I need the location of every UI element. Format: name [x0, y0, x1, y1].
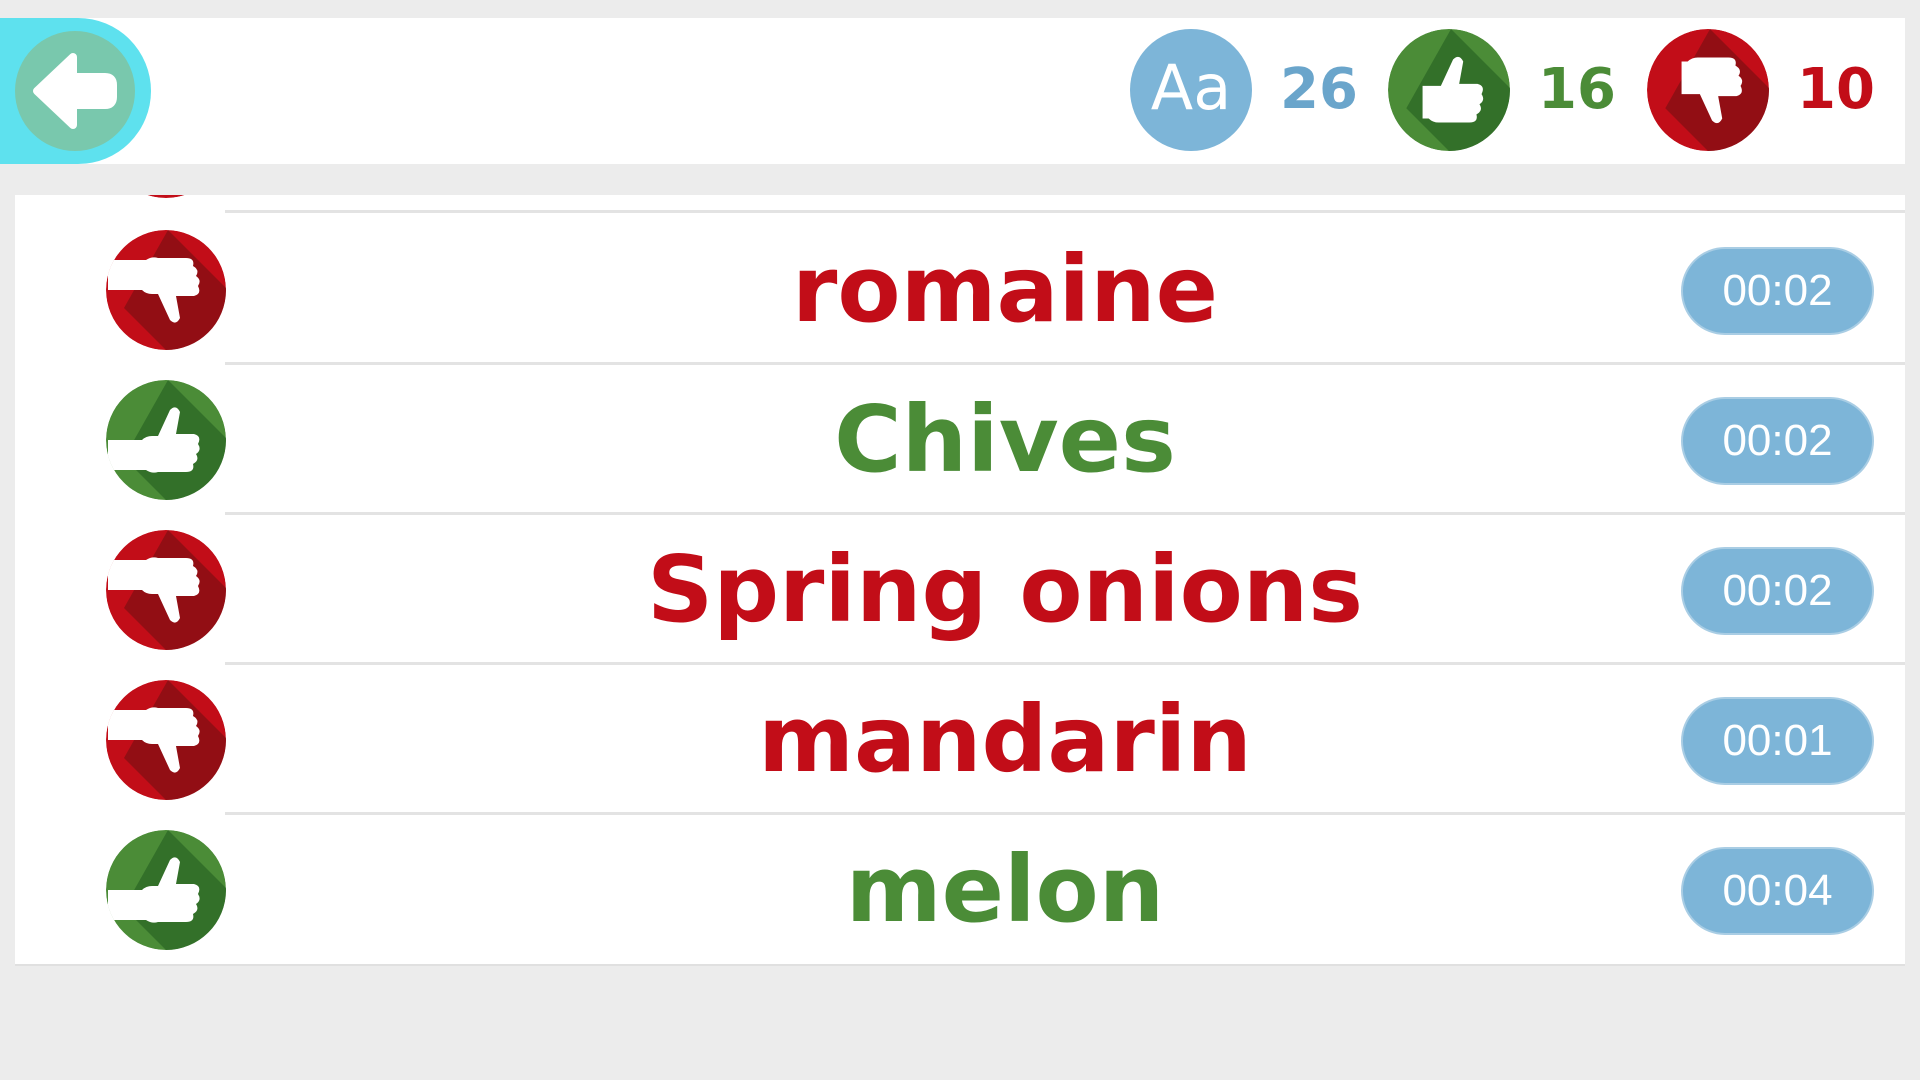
time-badge: 00:01 [1681, 697, 1874, 785]
thumbs-down-icon [1647, 29, 1769, 151]
thumbs-down-icon [106, 230, 226, 350]
correct-count: 16 [1538, 57, 1616, 122]
time-badge: 00:02 [1681, 397, 1874, 485]
thumbs-down-icon [106, 195, 226, 198]
list-item: Chives 00:02 [15, 365, 1905, 515]
arrow-left-icon [15, 31, 135, 151]
word-label: melon [845, 836, 1165, 943]
thumbs-up-icon [106, 830, 226, 950]
list-item: mandarin 00:01 [15, 665, 1905, 815]
font-icon: Aa [1130, 29, 1252, 151]
list-item: romaine 00:02 [15, 215, 1905, 365]
thumbs-up-icon [106, 380, 226, 500]
word-label: Spring onions [646, 536, 1364, 643]
word-label: mandarin [758, 686, 1252, 793]
time-badge: 00:04 [1681, 847, 1874, 935]
back-button[interactable] [0, 18, 151, 164]
word-label: Chives [834, 386, 1176, 493]
wrong-count: 10 [1797, 57, 1875, 122]
time-badge: 00:02 [1681, 547, 1874, 635]
word-count: 26 [1280, 57, 1358, 122]
thumbs-down-icon [106, 530, 226, 650]
time-badge: 00:02 [1681, 247, 1874, 335]
list-item: melon 00:04 [15, 815, 1905, 964]
thumbs-up-icon [1388, 29, 1510, 151]
results-list[interactable]: romaine 00:02 Chives 00:02 Spring onions… [15, 195, 1905, 966]
list-item [15, 195, 1905, 213]
top-bar: Aa 26 16 10 [0, 18, 1905, 164]
font-icon-label: Aa [1150, 51, 1232, 124]
thumbs-down-icon [106, 680, 226, 800]
list-item: Spring onions 00:02 [15, 515, 1905, 665]
word-label: romaine [792, 236, 1218, 343]
